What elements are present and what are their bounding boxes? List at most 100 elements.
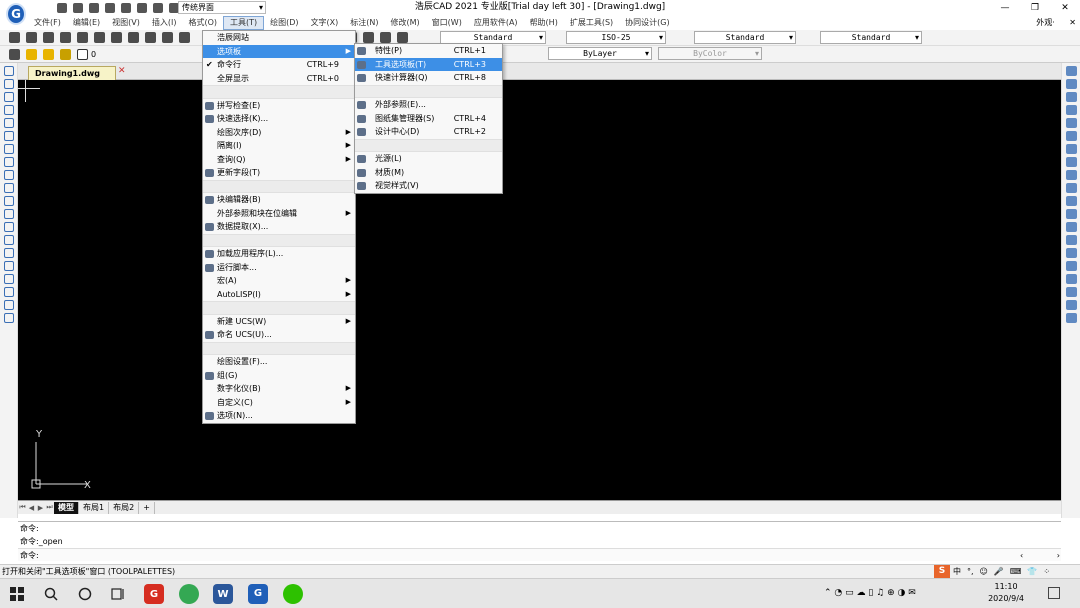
scroll-right-icon[interactable]: › <box>1057 551 1060 560</box>
layer-on-icon[interactable] <box>26 48 37 60</box>
tools-menu-item-q[interactable]: 查询(Q) ▶ <box>203 153 355 167</box>
palette-menu-item-v[interactable]: 视觉样式(V) <box>355 179 502 193</box>
doc-close-button[interactable]: ✕ <box>1069 18 1076 27</box>
tab-model[interactable]: 模型 <box>54 501 79 514</box>
tools-menu-item-t[interactable]: 更新字段(T) <box>203 166 355 180</box>
tools-menu-item-x[interactable]: 数据提取(X)... <box>203 220 355 234</box>
system-tray-icons[interactable]: ⌃ ◔ ▭ ☁ ▯ ♫ ⊕ ◑ ✉ <box>824 588 916 598</box>
polyline-tool-icon[interactable] <box>4 92 14 102</box>
task-view-icon[interactable] <box>111 587 125 601</box>
block-icon[interactable] <box>179 32 190 43</box>
palette-menu-item-q[interactable]: 快速计算器(Q) CTRL+8 <box>355 71 502 85</box>
cut-icon[interactable] <box>111 32 122 43</box>
linetype-select[interactable]: ByLayer <box>548 47 652 60</box>
ime-punct-icon[interactable]: °, <box>967 567 974 576</box>
tools-menu-item-c[interactable]: 自定义(C) ▶ <box>203 396 355 410</box>
menu-tools[interactable]: 工具(T) <box>223 16 265 30</box>
preview-icon[interactable] <box>77 32 88 43</box>
word-taskbar-icon[interactable]: W <box>213 584 233 604</box>
extend-tool-icon[interactable] <box>1066 196 1077 206</box>
gstarcad-taskbar-icon[interactable]: G <box>144 584 164 604</box>
prev-tab-icon[interactable]: ◀ <box>27 504 36 512</box>
menu-collab[interactable]: 协同设计(G) <box>619 16 675 30</box>
chamfer-tool-icon[interactable] <box>1066 235 1077 245</box>
minimize-button[interactable]: — <box>990 1 1020 16</box>
menu-apps[interactable]: 应用软件(A) <box>468 16 524 30</box>
properties-tool-icon[interactable] <box>1066 300 1077 310</box>
last-tab-icon[interactable]: ⏭ <box>45 503 54 512</box>
ellipse-tool-icon[interactable] <box>4 183 14 193</box>
circle-tool-icon[interactable] <box>4 144 14 154</box>
layer-color-icon[interactable] <box>77 48 88 60</box>
tools-menu-item-k[interactable]: 快速选择(K)... <box>203 112 355 126</box>
gradient-tool-icon[interactable] <box>4 261 14 271</box>
rotate-tool-icon[interactable] <box>1066 144 1077 154</box>
ime-logo-icon[interactable]: S <box>934 565 950 578</box>
multileader-style-select[interactable]: Standard <box>820 31 922 44</box>
layer-manager-icon[interactable] <box>9 48 20 60</box>
layer-name[interactable]: 0 <box>91 50 96 59</box>
scroll-left-icon[interactable]: ‹ <box>1020 551 1023 560</box>
ime-tools-icon[interactable]: ⁘ <box>1043 567 1050 576</box>
drawing-canvas[interactable]: Y X <box>18 80 1061 500</box>
windows-start-icon[interactable] <box>10 587 24 601</box>
palette-menu-item-s[interactable]: 图纸集管理器(S) CTRL+4 <box>355 112 502 126</box>
menu-draw[interactable]: 绘图(D) <box>264 16 304 30</box>
command-input[interactable]: 命令: <box>18 548 1061 561</box>
first-tab-icon[interactable]: ⏮ <box>18 503 27 512</box>
hatch-tool-icon[interactable] <box>4 248 14 258</box>
make-block-tool-icon[interactable] <box>4 222 14 232</box>
appearance-menu[interactable]: 外观· <box>1036 18 1055 27</box>
publish-icon[interactable] <box>94 32 105 43</box>
palette-menu-item-e[interactable]: 外部参照(E)... <box>355 98 502 112</box>
layer-tool-icon[interactable] <box>1066 287 1077 297</box>
next-tab-icon[interactable]: ▶ <box>36 504 45 512</box>
menu-text[interactable]: 文字(X) <box>305 16 345 30</box>
hide-tool-icon[interactable] <box>1066 313 1077 323</box>
new-file-icon[interactable] <box>57 3 67 13</box>
menu-help[interactable]: 帮助(H) <box>524 16 564 30</box>
tools-menu-item-n[interactable]: 选项(N)... <box>203 409 355 423</box>
document-tab[interactable]: Drawing1.dwg <box>28 66 116 80</box>
gstarcad-active-taskbar-icon[interactable]: G <box>248 584 268 604</box>
tools-menu-item-ucs-u[interactable]: 命名 UCS(U)... <box>203 328 355 342</box>
tab-layout1[interactable]: 布局1 <box>79 501 110 514</box>
menu-insert[interactable]: 插入(I) <box>146 16 183 30</box>
tools-menu-item-entry-0[interactable]: 浩辰网站 <box>203 31 355 45</box>
tools-menu-item-entry-13[interactable]: 外部参照和块在位编辑 ▶ <box>203 207 355 221</box>
stretch-tool-icon[interactable] <box>1066 170 1077 180</box>
copy-tool-icon[interactable] <box>1066 79 1077 89</box>
print-icon[interactable] <box>121 3 131 13</box>
menu-modify[interactable]: 修改(M) <box>385 16 426 30</box>
break-tool-icon[interactable] <box>1066 209 1077 219</box>
palette-menu-item-d[interactable]: 设计中心(D) CTRL+2 <box>355 125 502 139</box>
text-style-icon[interactable] <box>397 32 408 43</box>
menu-view[interactable]: 视图(V) <box>106 16 146 30</box>
workspace-select[interactable]: 传统界面 <box>178 1 266 14</box>
palette-menu-item-p[interactable]: 特性(P) CTRL+1 <box>355 44 502 58</box>
region-tool-icon[interactable] <box>4 274 14 284</box>
explode-tool-icon[interactable] <box>1066 261 1077 271</box>
copy-icon[interactable] <box>128 32 139 43</box>
restore-button[interactable]: ❐ <box>1020 1 1050 16</box>
insert-block-tool-icon[interactable] <box>4 209 14 219</box>
palette-menu-item-l[interactable]: 光源(L) <box>355 152 502 166</box>
chrome-taskbar-icon[interactable] <box>179 584 199 604</box>
save-icon[interactable] <box>89 3 99 13</box>
offset-tool-icon[interactable] <box>1066 105 1077 115</box>
dim-style-select[interactable]: ISO-25 <box>566 31 666 44</box>
fillet-tool-icon[interactable] <box>1066 248 1077 258</box>
menu-window[interactable]: 窗口(W) <box>426 16 468 30</box>
close-button[interactable]: ✕ <box>1050 1 1080 16</box>
table-style-select[interactable]: Standard <box>694 31 796 44</box>
new-icon[interactable] <box>9 32 20 43</box>
tools-menu-item-entry-17[interactable]: 运行脚本... <box>203 261 355 275</box>
layer-lock-icon[interactable] <box>60 48 71 60</box>
menu-file[interactable]: 文件(F) <box>28 16 67 30</box>
palette-menu-item-m[interactable]: 材质(M) <box>355 166 502 180</box>
tab-layout2[interactable]: 布局2 <box>109 501 140 514</box>
mtext-tool-icon[interactable] <box>4 300 14 310</box>
tools-menu-item-f[interactable]: 绘图设置(F)... <box>203 355 355 369</box>
ime-skin-icon[interactable]: 👕 <box>1027 567 1037 576</box>
paste-icon[interactable] <box>145 32 156 43</box>
